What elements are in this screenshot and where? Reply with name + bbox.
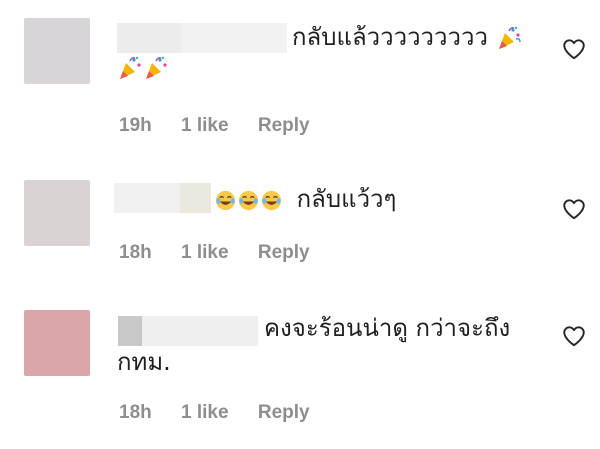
comment-text-line: คงจะร้อนน่าดู กว่าจะถึง bbox=[264, 314, 511, 342]
reply-button[interactable]: Reply bbox=[258, 242, 310, 264]
comment-time: 19h bbox=[119, 115, 152, 136]
username-redacted[interactable] bbox=[118, 316, 258, 346]
heart-icon[interactable] bbox=[561, 196, 587, 222]
like-count-link[interactable]: 1 like bbox=[181, 115, 229, 137]
heart-icon[interactable] bbox=[561, 323, 587, 349]
party-popper-icon bbox=[120, 56, 141, 79]
username-redacted[interactable] bbox=[114, 183, 211, 213]
comment-text-line: กทม. bbox=[117, 348, 171, 376]
avatar[interactable] bbox=[24, 18, 90, 84]
comment-meta: 19h 1 like Reply bbox=[119, 115, 310, 137]
party-popper-icon bbox=[498, 26, 521, 49]
username-redacted[interactable] bbox=[117, 23, 287, 53]
avatar[interactable] bbox=[24, 180, 90, 246]
heart-icon[interactable] bbox=[561, 36, 587, 62]
laughing-face-icon bbox=[261, 190, 282, 210]
comment-item: กลับแว้วๆ 18h 1 like Reply bbox=[0, 150, 600, 280]
comment-text-line: กลับแว้วๆ bbox=[296, 185, 397, 213]
reply-button[interactable]: Reply bbox=[258, 115, 310, 137]
laughing-face-icon bbox=[215, 190, 236, 210]
comment-item: กลับแล้ววววววววว 19h 1 like Reply bbox=[0, 0, 600, 150]
like-count-link[interactable]: 1 like bbox=[181, 242, 229, 264]
comment-time: 18h bbox=[119, 242, 152, 263]
comment-text: คงจะร้อนน่าดู กว่าจะถึง bbox=[264, 313, 510, 343]
avatar[interactable] bbox=[24, 310, 90, 376]
comment-text-line: กลับแล้ววววววววว bbox=[292, 23, 488, 51]
comment-emoji-line bbox=[117, 52, 169, 82]
comment-text: กทม. bbox=[117, 347, 171, 377]
comment-meta: 18h 1 like Reply bbox=[119, 402, 310, 424]
party-popper-icon bbox=[146, 56, 167, 79]
comment-text: กลับแว้วๆ bbox=[214, 184, 396, 214]
comment-item: คงจะร้อนน่าดู กว่าจะถึง กทม. 18h 1 like … bbox=[0, 280, 600, 449]
comment-time: 18h bbox=[119, 402, 152, 423]
reply-button[interactable]: Reply bbox=[258, 402, 310, 424]
comment-meta: 18h 1 like Reply bbox=[119, 242, 310, 264]
like-count-link[interactable]: 1 like bbox=[181, 402, 229, 424]
comment-text: กลับแล้ววววววววว bbox=[292, 22, 522, 52]
laughing-face-icon bbox=[238, 190, 259, 210]
